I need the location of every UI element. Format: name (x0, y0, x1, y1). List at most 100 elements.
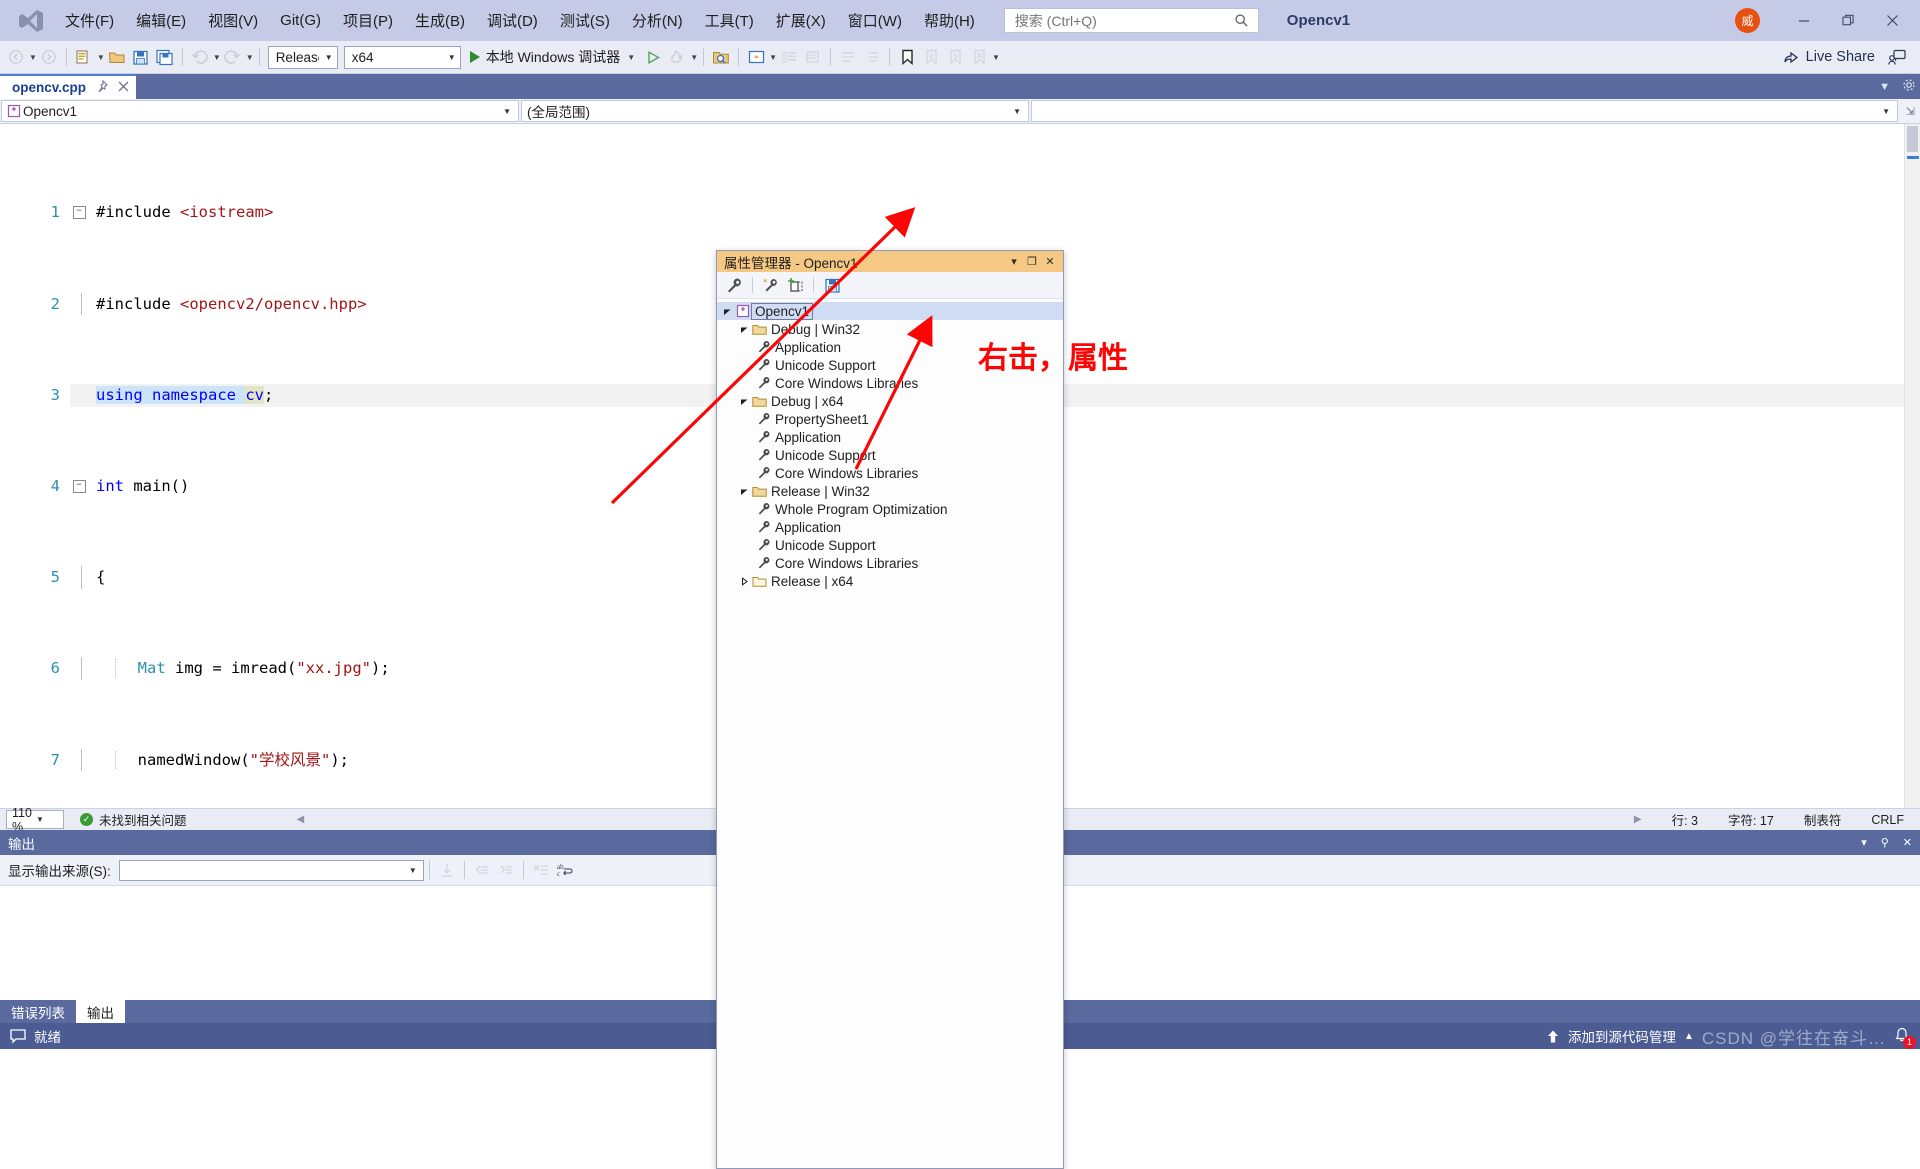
live-share-button[interactable]: Live Share (1773, 49, 1885, 65)
menu-tools[interactable]: 工具(T) (694, 5, 765, 36)
menu-file[interactable]: 文件(F) (54, 5, 125, 36)
toggle-word-wrap-icon[interactable]: ab c (554, 859, 576, 881)
tree-item-unicode-support-1[interactable]: Unicode Support (717, 356, 1063, 374)
start-without-debugging-icon[interactable] (642, 46, 664, 68)
navbar-member-select[interactable]: ▼ (1031, 100, 1898, 122)
fold-toggle-icon[interactable]: − (70, 206, 88, 220)
feedback-icon[interactable] (1886, 46, 1908, 68)
previous-bookmark-icon[interactable] (920, 46, 942, 68)
tree-item-core-windows-libraries-2[interactable]: Core Windows Libraries (717, 464, 1063, 482)
clear-bookmarks-icon[interactable] (968, 46, 990, 68)
expander-icon[interactable] (721, 307, 734, 316)
hot-reload-caret-icon[interactable]: ▼ (690, 53, 698, 62)
menu-debug[interactable]: 调试(D) (476, 5, 549, 36)
tree-item-propertysheet1[interactable]: PropertySheet1 (717, 410, 1063, 428)
chevron-up-icon[interactable]: ▲ (1684, 1031, 1694, 1042)
tree-item-debug-x64[interactable]: Debug | x64 (717, 392, 1063, 410)
menu-help[interactable]: 帮助(H) (913, 5, 986, 36)
menu-build[interactable]: 生成(B) (404, 5, 476, 36)
tree-item-core-windows-libraries-3[interactable]: Core Windows Libraries (717, 554, 1063, 572)
preview-selected-items-icon[interactable] (745, 46, 767, 68)
problems-next-icon[interactable]: ▶ (1634, 814, 1642, 825)
menu-project[interactable]: 项目(P) (332, 5, 404, 36)
navbar-scope-select[interactable]: (全局范围) ▼ (521, 100, 1029, 122)
editor-tab-opencv-cpp[interactable]: opencv.cpp (0, 74, 137, 99)
property-manager-maximize-icon[interactable]: ❐ (1023, 253, 1041, 270)
output-panel-pin-icon[interactable]: ⚲ (1881, 836, 1889, 849)
tree-item-unicode-support-3[interactable]: Unicode Support (717, 536, 1063, 554)
editor-scroll-thumb[interactable] (1907, 126, 1918, 152)
solution-platform-combo[interactable]: x64 ▼ (343, 45, 461, 69)
navigate-back-icon[interactable] (5, 46, 27, 68)
tab-list-chevron-icon[interactable]: ▼ (1879, 81, 1890, 93)
toggle-bookmark-icon[interactable] (896, 46, 918, 68)
avatar[interactable]: 威 (1735, 8, 1760, 33)
zoom-level-combo[interactable]: 110 % ▼ (6, 806, 64, 834)
uncomment-lines-icon[interactable] (861, 46, 883, 68)
tree-item-debug-win32[interactable]: Debug | Win32 (717, 320, 1063, 338)
property-manager-window[interactable]: 属性管理器 - Opencv1 ▾ ❐ ✕ Opencv1 Debug | Wi… (716, 250, 1064, 1169)
undo-caret-icon[interactable]: ▼ (213, 53, 221, 62)
new-project-caret-icon[interactable]: ▼ (97, 53, 105, 62)
comment-lines-icon[interactable] (837, 46, 859, 68)
split-editor-icon[interactable]: ⇲ (1906, 105, 1915, 118)
restore-button[interactable] (1826, 5, 1870, 37)
save-property-sheet-icon[interactable] (821, 274, 843, 296)
clear-output-icon[interactable] (530, 859, 552, 881)
redo-caret-icon[interactable]: ▼ (246, 53, 254, 62)
close-tab-icon[interactable] (118, 80, 129, 95)
add-new-project-property-sheet-icon[interactable] (760, 274, 782, 296)
output-panel-close-icon[interactable]: ✕ (1903, 836, 1912, 849)
add-existing-property-sheet-icon[interactable] (784, 274, 806, 296)
next-bookmark-icon[interactable] (944, 46, 966, 68)
notifications-icon[interactable]: 1 (1894, 1027, 1916, 1049)
tree-item-release-win32[interactable]: Release | Win32 (717, 482, 1063, 500)
menu-git[interactable]: Git(G) (269, 7, 332, 34)
save-all-icon[interactable] (154, 46, 176, 68)
menu-extensions[interactable]: 扩展(X) (765, 5, 837, 36)
problems-prev-icon[interactable]: ◀ (297, 814, 305, 825)
tab-output[interactable]: 输出 (76, 1000, 125, 1023)
tree-item-unicode-support-2[interactable]: Unicode Support (717, 446, 1063, 464)
select-in-solution-explorer-icon[interactable] (710, 46, 732, 68)
tree-item-core-windows-libraries-1[interactable]: Core Windows Libraries (717, 374, 1063, 392)
property-manager-tree[interactable]: Opencv1 Debug | Win32 Application Unicod… (717, 299, 1063, 1168)
menu-edit[interactable]: 编辑(E) (125, 5, 197, 36)
pin-tab-icon[interactable] (96, 79, 108, 95)
navbar-project-select[interactable]: Opencv1 ▼ (1, 100, 519, 122)
redo-icon[interactable] (222, 46, 244, 68)
tab-error-list[interactable]: 错误列表 (0, 1000, 76, 1023)
tree-item-release-x64[interactable]: Release | x64 (717, 572, 1063, 590)
fold-toggle-icon[interactable]: − (70, 479, 88, 493)
editor-settings-icon[interactable] (1902, 78, 1916, 95)
start-debugging-button[interactable]: 本地 Windows 调试器 ▼ (464, 45, 642, 69)
previous-message-icon[interactable] (471, 859, 493, 881)
close-button[interactable] (1870, 5, 1914, 37)
property-manager-menu-icon[interactable]: ▾ (1005, 253, 1023, 270)
tree-item-application-1[interactable]: Application (717, 338, 1063, 356)
menu-test[interactable]: 测试(S) (549, 5, 621, 36)
go-to-message-icon[interactable] (436, 859, 458, 881)
tree-item-whole-program-optimization[interactable]: Whole Program Optimization (717, 500, 1063, 518)
tree-item-application-2[interactable]: Application (717, 428, 1063, 446)
search-box[interactable] (1003, 8, 1259, 33)
undo-icon[interactable] (189, 46, 211, 68)
navigate-back-caret-icon[interactable]: ▼ (29, 53, 37, 62)
output-source-combo[interactable]: ▼ (118, 859, 424, 881)
tree-item-application-3[interactable]: Application (717, 518, 1063, 536)
expander-icon[interactable] (738, 397, 751, 406)
hot-reload-icon[interactable] (666, 46, 688, 68)
tree-item-project-opencv1[interactable]: Opencv1 (717, 302, 1063, 320)
toolbar-overflow-icon[interactable]: ▼ (992, 53, 1000, 62)
search-input[interactable] (1012, 11, 1234, 30)
save-icon[interactable] (130, 46, 152, 68)
menu-analyze[interactable]: 分析(N) (621, 5, 694, 36)
new-project-icon[interactable] (73, 46, 95, 68)
expander-icon[interactable] (738, 325, 751, 334)
expander-icon[interactable] (738, 487, 751, 496)
property-manager-close-icon[interactable]: ✕ (1041, 253, 1059, 270)
preview-caret-icon[interactable]: ▼ (769, 53, 777, 62)
output-panel-menu-icon[interactable]: ▾ (1861, 836, 1867, 849)
navigate-forward-icon[interactable] (38, 46, 60, 68)
toolbox-icon[interactable] (802, 46, 824, 68)
